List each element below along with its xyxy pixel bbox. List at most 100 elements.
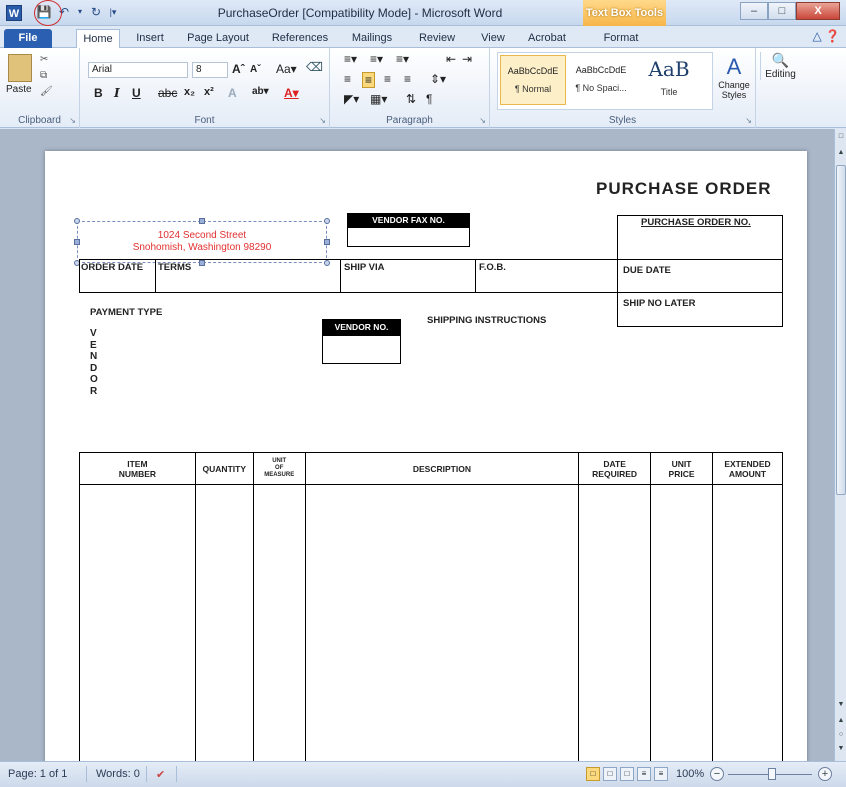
increase-indent-icon[interactable]: ⇥ [462, 52, 472, 66]
format-painter-icon[interactable]: 🖌 [40, 86, 53, 97]
zoom-out-icon[interactable]: − [710, 767, 724, 781]
word-app-icon[interactable]: W [6, 5, 22, 21]
paste-button-label[interactable]: Paste [6, 84, 32, 95]
clipboard-launcher-icon[interactable]: ↘ [69, 116, 76, 125]
tab-home[interactable]: Home [76, 29, 120, 48]
zoom-slider-thumb[interactable] [768, 768, 776, 780]
full-screen-reading-icon[interactable]: □ [603, 767, 617, 781]
style-normal[interactable]: AaBbCcDdE ¶ Normal [500, 55, 566, 105]
cut-icon[interactable]: ✂ [40, 54, 48, 65]
redo-icon[interactable]: ↻ [88, 4, 104, 20]
italic-icon[interactable]: I [114, 86, 120, 100]
sort-icon[interactable]: ⇅ [406, 92, 416, 106]
maximize-button[interactable]: □ [768, 2, 796, 20]
proofing-icon[interactable]: ✔ [156, 768, 165, 781]
style-title[interactable]: AaB Title [636, 55, 702, 105]
show-formatting-icon[interactable]: ¶ [426, 92, 432, 106]
table-cell[interactable] [194, 484, 254, 761]
text-effects-icon[interactable]: A [228, 86, 237, 100]
resize-handle[interactable] [199, 218, 205, 224]
print-layout-icon[interactable]: □ [586, 767, 600, 781]
word-count[interactable]: Words: 0 [96, 768, 140, 780]
vertical-scrollbar[interactable]: □ ▲ ▼ ▲ ○ ▼ [834, 129, 846, 761]
scroll-down-icon[interactable]: ▼ [836, 701, 846, 708]
table-cell[interactable] [252, 484, 306, 761]
paragraph-launcher-icon[interactable]: ↘ [479, 116, 486, 125]
resize-handle[interactable] [74, 239, 80, 245]
undo-dropdown-icon[interactable]: ▾ [76, 4, 84, 20]
outline-icon[interactable]: ≡ [637, 767, 651, 781]
address-text-box[interactable]: 1024 Second Street Snohomish, Washington… [77, 221, 327, 263]
align-left-icon[interactable]: ≡ [344, 72, 351, 86]
tab-mailings[interactable]: Mailings [346, 29, 398, 48]
shrink-font-icon[interactable]: Aˇ [250, 64, 261, 75]
tab-file[interactable]: File [4, 29, 52, 48]
previous-page-icon[interactable]: ▲ [836, 717, 846, 724]
font-launcher-icon[interactable]: ↘ [319, 116, 326, 125]
resize-handle[interactable] [74, 218, 80, 224]
help-icon[interactable]: △ ❓ [812, 29, 840, 43]
vendor-no-field[interactable] [322, 335, 401, 364]
clear-formatting-icon[interactable]: ⌫ [306, 60, 323, 74]
table-cell[interactable] [304, 484, 580, 761]
styles-launcher-icon[interactable]: ↘ [745, 116, 752, 125]
font-name-box[interactable]: Arial [88, 62, 188, 78]
resize-handle[interactable] [324, 218, 330, 224]
table-cell[interactable] [79, 484, 196, 761]
zoom-in-icon[interactable]: + [818, 767, 832, 781]
copy-icon[interactable]: ⧉ [40, 70, 47, 81]
bold-icon[interactable]: B [94, 86, 103, 100]
resize-handle[interactable] [324, 239, 330, 245]
tab-acrobat[interactable]: Acrobat [522, 29, 572, 48]
font-color-icon[interactable]: A▾ [284, 86, 299, 100]
tab-page-layout[interactable]: Page Layout [182, 29, 254, 48]
table-cell[interactable] [578, 484, 652, 761]
close-button[interactable]: X [796, 2, 840, 20]
zoom-level[interactable]: 100% [676, 768, 704, 780]
highlight-icon[interactable]: ab▾ [252, 86, 269, 97]
table-row[interactable] [79, 484, 784, 761]
vendor-no-label: VENDOR NO. [322, 319, 401, 335]
font-size-box[interactable]: 8 [192, 62, 228, 78]
web-layout-icon[interactable]: □ [620, 767, 634, 781]
bullets-icon[interactable]: ≡▾ [344, 52, 357, 66]
tab-review[interactable]: Review [414, 29, 460, 48]
editing-button[interactable]: 🔍 Editing [760, 52, 800, 80]
scroll-up-icon[interactable]: ▲ [836, 149, 846, 156]
decrease-indent-icon[interactable]: ⇤ [446, 52, 456, 66]
tab-format[interactable]: Format [596, 29, 646, 48]
underline-icon[interactable]: U [132, 86, 141, 100]
scroll-thumb[interactable] [836, 165, 846, 495]
minimize-button[interactable]: – [740, 2, 768, 20]
align-right-icon[interactable]: ≡ [384, 72, 391, 86]
change-styles-button[interactable]: A Change Styles [716, 54, 752, 100]
draft-icon[interactable]: ≡ [654, 767, 668, 781]
justify-icon[interactable]: ≡ [404, 72, 411, 86]
next-page-icon[interactable]: ▼ [836, 745, 846, 752]
browse-object-icon[interactable]: ○ [836, 731, 846, 738]
vendor-fax-field[interactable] [347, 227, 470, 247]
strikethrough-icon[interactable]: abc [158, 86, 177, 100]
table-cell[interactable] [650, 484, 713, 761]
customize-qat-icon[interactable]: |▾ [108, 4, 118, 20]
shading-icon[interactable]: ◤▾ [344, 92, 359, 106]
tab-insert[interactable]: Insert [128, 29, 172, 48]
grow-font-icon[interactable]: Aˆ [232, 62, 245, 76]
line-spacing-icon[interactable]: ⇕▾ [430, 72, 446, 86]
change-case-icon[interactable]: Aa▾ [276, 62, 297, 76]
align-center-icon[interactable]: ≡ [362, 72, 376, 88]
table-cell[interactable] [711, 484, 784, 761]
tab-references[interactable]: References [266, 29, 334, 48]
page-count[interactable]: Page: 1 of 1 [8, 768, 67, 780]
tab-view[interactable]: View [476, 29, 510, 48]
ruler-toggle-icon[interactable]: □ [836, 133, 846, 140]
document-area[interactable]: PURCHASE ORDER 1024 Second Street Snohom… [0, 129, 834, 761]
subscript-icon[interactable]: x₂ [184, 86, 195, 98]
style-no-spacing[interactable]: AaBbCcDdE ¶ No Spaci... [568, 55, 634, 105]
page[interactable]: PURCHASE ORDER 1024 Second Street Snohom… [45, 151, 807, 761]
multilevel-list-icon[interactable]: ≡▾ [396, 52, 409, 66]
paste-icon[interactable] [8, 54, 32, 82]
numbering-icon[interactable]: ≡▾ [370, 52, 383, 66]
superscript-icon[interactable]: x² [204, 86, 214, 98]
borders-icon[interactable]: ▦▾ [370, 92, 387, 106]
